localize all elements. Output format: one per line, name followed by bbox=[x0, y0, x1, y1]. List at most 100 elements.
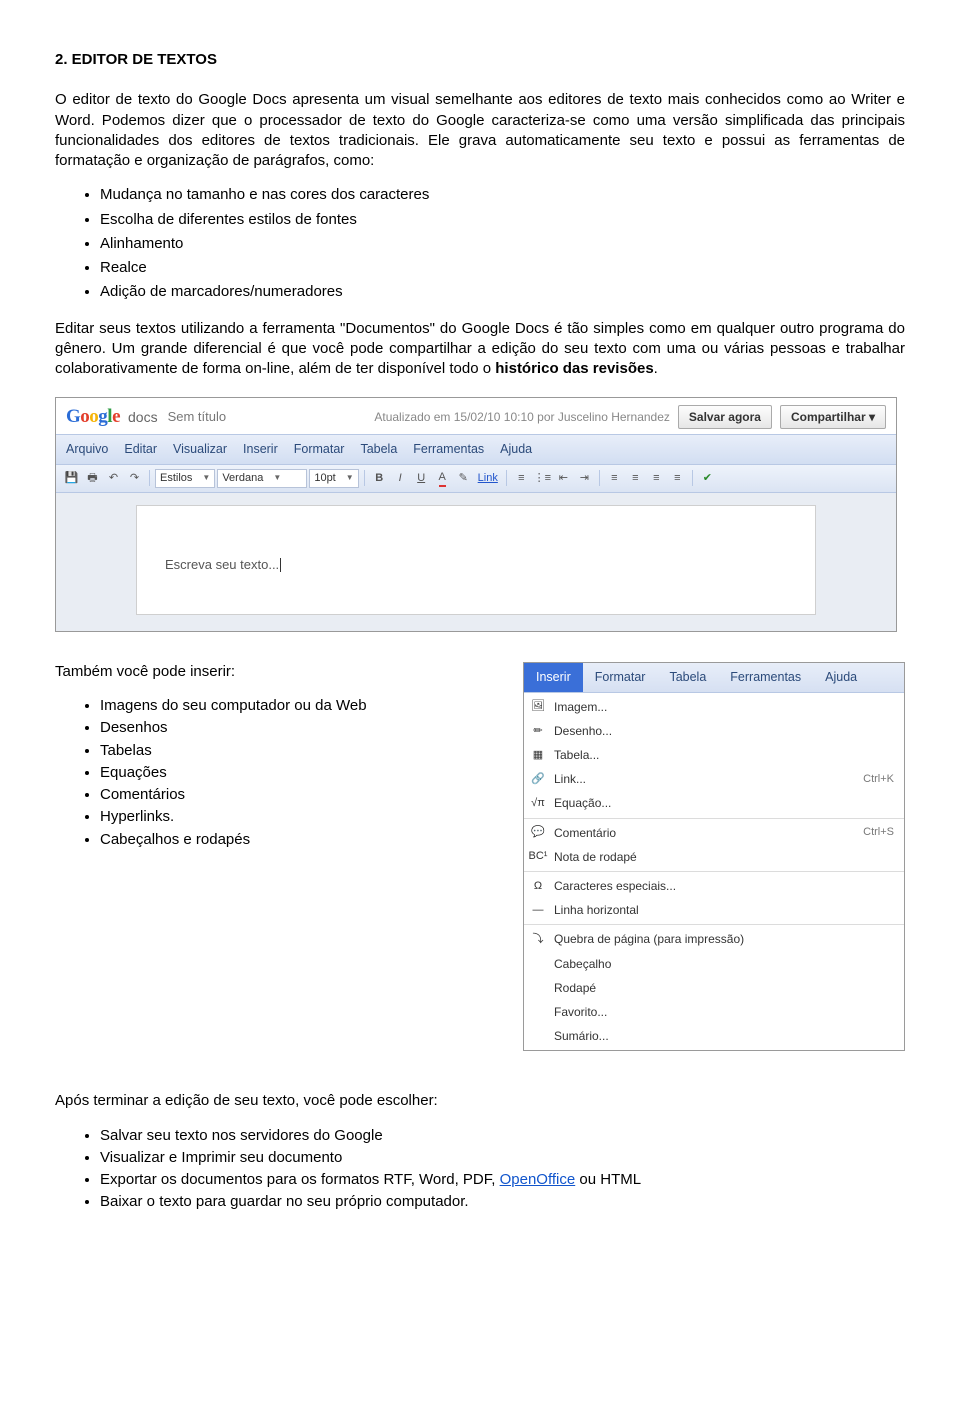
menu-item-label: Favorito... bbox=[554, 1004, 607, 1020]
list-item: Desenhos bbox=[100, 718, 503, 738]
list-item: Realce bbox=[100, 258, 905, 278]
menu-tabela[interactable]: Tabela bbox=[360, 441, 397, 458]
menu-item[interactable]: ΩCaracteres especiais... bbox=[524, 874, 904, 898]
menu-item-icon: 🔗 bbox=[530, 772, 546, 786]
feature-list-2: Imagens do seu computador ou da Web Dese… bbox=[55, 696, 503, 850]
styles-combo[interactable]: Estilos▼ bbox=[155, 469, 215, 488]
text-color-icon[interactable]: A bbox=[433, 469, 452, 488]
menu-item[interactable]: BC¹Nota de rodapé bbox=[524, 845, 904, 869]
menu-visualizar[interactable]: Visualizar bbox=[173, 441, 227, 458]
menu-item-icon: ⤵ bbox=[530, 932, 546, 946]
menu-item-icon bbox=[530, 957, 546, 971]
menu-inserir[interactable]: Inserir bbox=[243, 441, 278, 458]
menu-item[interactable]: ⤵Quebra de página (para impressão) bbox=[524, 927, 904, 951]
list-item: Equações bbox=[100, 763, 503, 783]
numbered-list-icon[interactable]: ≡ bbox=[512, 469, 531, 488]
list-item: Comentários bbox=[100, 785, 503, 805]
tab-formatar[interactable]: Formatar bbox=[583, 663, 658, 692]
list-item: Imagens do seu computador ou da Web bbox=[100, 696, 503, 716]
paragraph-1: O editor de texto do Google Docs apresen… bbox=[55, 90, 905, 171]
document-page[interactable]: Escreva seu texto... bbox=[136, 505, 816, 615]
menu-item-label: Caracteres especiais... bbox=[554, 878, 676, 894]
indent-icon[interactable]: ⇥ bbox=[575, 469, 594, 488]
menu-item-icon: 🖼 bbox=[530, 700, 546, 714]
menu-item[interactable]: 💬ComentárioCtrl+S bbox=[524, 821, 904, 845]
highlight-icon[interactable]: ✎ bbox=[454, 469, 473, 488]
menu-item[interactable]: Cabeçalho bbox=[524, 952, 904, 976]
list-item: Mudança no tamanho e nas cores dos carac… bbox=[100, 185, 905, 205]
bullet-list-icon[interactable]: ⋮≡ bbox=[533, 469, 552, 488]
menu-item-label: Tabela... bbox=[554, 747, 599, 763]
menu-item-label: Linha horizontal bbox=[554, 902, 639, 918]
save-now-button[interactable]: Salvar agora bbox=[678, 405, 772, 429]
menu-item-icon: 💬 bbox=[530, 826, 546, 840]
tab-inserir[interactable]: Inserir bbox=[524, 663, 583, 692]
outdent-icon[interactable]: ⇤ bbox=[554, 469, 573, 488]
insert-menu-tabs: Inserir Formatar Tabela Ferramentas Ajud… bbox=[524, 663, 904, 693]
menu-item[interactable]: ✏ Desenho... bbox=[524, 719, 904, 743]
insert-link-button[interactable]: Link bbox=[475, 471, 501, 486]
bold-icon[interactable]: B bbox=[370, 469, 389, 488]
menu-item[interactable]: 🔗Link...Ctrl+K bbox=[524, 767, 904, 791]
feature-list-1: Mudança no tamanho e nas cores dos carac… bbox=[55, 185, 905, 302]
menu-item[interactable]: Sumário... bbox=[524, 1024, 904, 1048]
list-item: Salvar seu texto nos servidores do Googl… bbox=[100, 1126, 905, 1146]
menu-item-label: Sumário... bbox=[554, 1028, 609, 1044]
document-title[interactable]: Sem título bbox=[168, 408, 227, 426]
save-icon[interactable]: 💾 bbox=[62, 469, 81, 488]
menu-item-icon bbox=[530, 1005, 546, 1019]
list-item: Hyperlinks. bbox=[100, 807, 503, 827]
gdocs-menu-bar: Arquivo Editar Visualizar Inserir Format… bbox=[56, 434, 896, 465]
list-item: Baixar o texto para guardar no seu própr… bbox=[100, 1192, 905, 1212]
align-left-icon[interactable]: ≡ bbox=[605, 469, 624, 488]
size-combo[interactable]: 10pt▼ bbox=[309, 469, 358, 488]
paragraph-2: Editar seus textos utilizando a ferramen… bbox=[55, 319, 905, 380]
list-item: Cabeçalhos e rodapés bbox=[100, 830, 503, 850]
menu-item-label: Nota de rodapé bbox=[554, 849, 637, 865]
align-right-icon[interactable]: ≡ bbox=[647, 469, 666, 488]
last-updated-text: Atualizado em 15/02/10 10:10 por Jusceli… bbox=[374, 409, 670, 425]
italic-icon[interactable]: I bbox=[391, 469, 410, 488]
menu-item[interactable]: —Linha horizontal bbox=[524, 898, 904, 922]
menu-item-icon: √π bbox=[530, 796, 546, 810]
menu-item-icon: ✏ bbox=[530, 724, 546, 738]
list-item: Tabelas bbox=[100, 741, 503, 761]
menu-item-label: Desenho... bbox=[554, 723, 612, 739]
print-icon[interactable]: 🖶 bbox=[83, 469, 102, 488]
undo-icon[interactable]: ↶ bbox=[104, 469, 123, 488]
font-combo[interactable]: Verdana▼ bbox=[217, 469, 307, 488]
align-justify-icon[interactable]: ≡ bbox=[668, 469, 687, 488]
section-title: 2. EDITOR DE TEXTOS bbox=[55, 50, 905, 70]
after-finish-intro: Após terminar a edição de seu texto, voc… bbox=[55, 1091, 905, 1111]
google-logo: Google bbox=[66, 404, 120, 430]
menu-item-label: Cabeçalho bbox=[554, 956, 611, 972]
menu-ferramentas[interactable]: Ferramentas bbox=[413, 441, 484, 458]
tab-ajuda[interactable]: Ajuda bbox=[813, 663, 869, 692]
menu-arquivo[interactable]: Arquivo bbox=[66, 441, 108, 458]
openoffice-link[interactable]: OpenOffice bbox=[500, 1171, 576, 1188]
spellcheck-icon[interactable]: ✔ bbox=[698, 469, 717, 488]
list-item: Adição de marcadores/numeradores bbox=[100, 282, 905, 302]
menu-item[interactable]: Rodapé bbox=[524, 976, 904, 1000]
align-center-icon[interactable]: ≡ bbox=[626, 469, 645, 488]
gdocs-title-bar: Google docs Sem título Atualizado em 15/… bbox=[56, 398, 896, 434]
menu-formatar[interactable]: Formatar bbox=[294, 441, 345, 458]
menu-item[interactable]: √π Equação... bbox=[524, 791, 904, 815]
menu-item[interactable]: ▦Tabela... bbox=[524, 743, 904, 767]
list-item: Visualizar e Imprimir seu documento bbox=[100, 1148, 905, 1168]
menu-item-icon bbox=[530, 981, 546, 995]
menu-editar[interactable]: Editar bbox=[124, 441, 157, 458]
underline-icon[interactable]: U bbox=[412, 469, 431, 488]
insert-menu-body: 🖼Imagem... ✏ Desenho... ▦Tabela...🔗Link...C… bbox=[524, 693, 904, 1051]
menu-item[interactable]: Favorito... bbox=[524, 1000, 904, 1024]
share-button[interactable]: Compartilhar ▾ bbox=[780, 405, 886, 429]
insert-menu-screenshot: Inserir Formatar Tabela Ferramentas Ajud… bbox=[523, 662, 905, 1052]
redo-icon[interactable]: ↷ bbox=[125, 469, 144, 488]
menu-item-label: Comentário bbox=[554, 825, 616, 841]
menu-item[interactable]: 🖼Imagem... bbox=[524, 695, 904, 719]
menu-item-label: Equação... bbox=[554, 795, 611, 811]
tab-tabela[interactable]: Tabela bbox=[657, 663, 718, 692]
gdocs-toolbar: 💾 🖶 ↶ ↷ Estilos▼ Verdana▼ 10pt▼ B I U A … bbox=[56, 465, 896, 493]
menu-ajuda[interactable]: Ajuda bbox=[500, 441, 532, 458]
tab-ferramentas[interactable]: Ferramentas bbox=[718, 663, 813, 692]
